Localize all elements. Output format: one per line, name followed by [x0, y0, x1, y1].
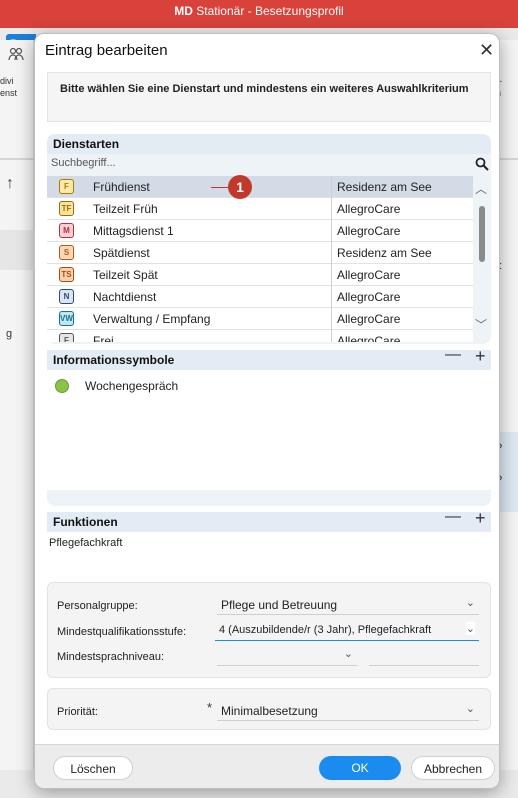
- arrow-up-icon[interactable]: ↑: [6, 175, 14, 193]
- dienst-name: Frühdienst: [93, 180, 150, 194]
- list-item[interactable]: TF Teilzeit Früh AllegroCare: [47, 198, 473, 220]
- dienstarten-header: Dienstarten: [47, 134, 491, 154]
- list-scrollbar[interactable]: ︿ ﹀: [475, 176, 489, 342]
- personalgruppe-select[interactable]: Pflege und Betreuung ⌄: [217, 595, 479, 615]
- funktionen-header: Funktionen: [47, 512, 491, 532]
- mindestsprachniveau-select[interactable]: ⌄: [217, 646, 357, 666]
- divider: [0, 158, 34, 160]
- callout-marker: 1: [228, 175, 252, 199]
- chevron-down-icon: ⌄: [343, 648, 353, 660]
- plus-icon[interactable]: +: [475, 346, 486, 367]
- left-label-1: divi: [0, 76, 14, 86]
- dienst-org: AllegroCare: [337, 312, 401, 326]
- list-item[interactable]: S Spätdienst Residenz am See: [47, 242, 473, 264]
- chevron-down-icon: ⌄: [465, 597, 475, 609]
- info-symbol-label[interactable]: Wochengespräch: [85, 379, 178, 393]
- dienst-name: Mittagsdienst 1: [93, 224, 174, 238]
- list-item[interactable]: F Frei AllegroCare: [47, 330, 473, 342]
- dienst-badge: F: [59, 179, 74, 194]
- plus-icon[interactable]: +: [475, 508, 486, 529]
- chevron-down-icon: ⌄: [465, 622, 475, 635]
- dienst-org: AllegroCare: [337, 268, 401, 282]
- dienst-org: AllegroCare: [337, 224, 401, 238]
- dienst-badge: S: [59, 245, 74, 260]
- personalgruppe-label: Personalgruppe:: [57, 600, 138, 612]
- dienst-badge: M: [59, 223, 74, 238]
- mindestqualifikation-label: Mindestqualifikationsstufe:: [57, 626, 187, 638]
- ok-button[interactable]: OK: [319, 756, 401, 780]
- green-circle-icon: [55, 379, 69, 393]
- list-item[interactable]: F Frühdienst Residenz am See: [47, 176, 473, 198]
- search-icon[interactable]: [475, 157, 489, 171]
- close-icon[interactable]: ✕: [479, 40, 494, 61]
- dienstarten-list: F Frühdienst Residenz am See TF Teilzeit…: [47, 176, 473, 342]
- mindestqualifikation-select[interactable]: 4 (Auszubildende/r (3 Jahr), Pflegefachk…: [215, 621, 479, 641]
- dienst-badge: N: [59, 289, 74, 304]
- chevron-down-icon[interactable]: ﹀: [475, 316, 487, 333]
- dienst-org: AllegroCare: [337, 334, 401, 342]
- column-divider: [331, 330, 332, 342]
- dienst-badge: TS: [59, 267, 74, 282]
- app-title: Stationär - Besetzungsprofil: [192, 4, 344, 18]
- left-label-g: g: [6, 328, 13, 340]
- app-left-toolbar: divi enst ↑ g: [0, 40, 34, 770]
- column-divider: [331, 220, 332, 242]
- dienst-badge: F: [59, 333, 74, 342]
- dialog-footer: Löschen OK Abbrechen: [35, 744, 499, 788]
- minus-icon[interactable]: —: [445, 346, 461, 364]
- list-item[interactable]: N Nachtdienst AllegroCare: [47, 286, 473, 308]
- required-mark: *: [207, 700, 213, 715]
- dienst-name: Frei: [93, 334, 114, 342]
- cancel-button[interactable]: Abbrechen: [411, 756, 495, 780]
- informationssymbole-header: Informationssymbole: [47, 350, 491, 370]
- edit-entry-dialog: Eintrag bearbeiten ✕ Bitte wählen Sie ei…: [34, 33, 500, 789]
- column-divider: [331, 176, 332, 198]
- hint-message: Bitte wählen Sie eine Dienstart und mind…: [47, 72, 491, 122]
- dienst-name: Teilzeit Früh: [93, 202, 158, 216]
- mindestqualifikation-value: 4 (Auszubildende/r (3 Jahr), Pflegefachk…: [219, 624, 432, 636]
- dienst-name: Nachtdienst: [93, 290, 157, 304]
- dienst-badge: TF: [59, 201, 74, 216]
- dienst-name: Teilzeit Spät: [93, 268, 158, 282]
- row-band: [0, 230, 34, 270]
- dienst-name: Verwaltung / Empfang: [93, 312, 211, 326]
- list-item[interactable]: M Mittagsdienst 1 AllegroCare: [47, 220, 473, 242]
- column-divider: [331, 264, 332, 286]
- left-label-2: enst: [0, 88, 18, 98]
- personalgruppe-value: Pflege und Betreuung: [221, 598, 338, 612]
- mindestsprachniveau-label: Mindestsprachniveau:: [57, 651, 165, 663]
- app-titlebar: MD Stationär - Besetzungsprofil: [0, 0, 518, 28]
- dienst-badge: VW: [59, 311, 74, 326]
- prioritaet-label: Priorität:: [57, 706, 98, 718]
- dienst-org: Residenz am See: [337, 246, 432, 260]
- column-divider: [331, 242, 332, 264]
- mindestsprachniveau-extra[interactable]: [369, 646, 479, 666]
- prioritaet-select[interactable]: Minimalbesetzung ⌄: [217, 701, 479, 721]
- chevron-up-icon[interactable]: ︿: [475, 180, 487, 197]
- search-input[interactable]: Suchbegriff...: [47, 154, 491, 174]
- column-divider: [331, 286, 332, 308]
- dienst-name: Spätdienst: [93, 246, 150, 260]
- dienst-org: Residenz am See: [337, 180, 432, 194]
- delete-button[interactable]: Löschen: [53, 756, 133, 780]
- scrollbar-thumb[interactable]: [479, 206, 485, 262]
- column-divider: [331, 308, 332, 330]
- people-icon[interactable]: [8, 46, 24, 66]
- column-divider: [331, 198, 332, 220]
- app-brand: MD: [174, 4, 193, 18]
- callout-line: [211, 187, 229, 188]
- dienst-org: AllegroCare: [337, 290, 401, 304]
- list-item[interactable]: TS Teilzeit Spät AllegroCare: [47, 264, 473, 286]
- prioritaet-value: Minimalbesetzung: [221, 704, 318, 718]
- dialog-title: Eintrag bearbeiten: [45, 42, 168, 59]
- minus-icon[interactable]: —: [445, 508, 461, 526]
- dienst-org: AllegroCare: [337, 202, 401, 216]
- chevron-down-icon: ⌄: [465, 703, 475, 715]
- funktion-label[interactable]: Pflegefachkraft: [49, 537, 122, 549]
- list-item[interactable]: VW Verwaltung / Empfang AllegroCare: [47, 308, 473, 330]
